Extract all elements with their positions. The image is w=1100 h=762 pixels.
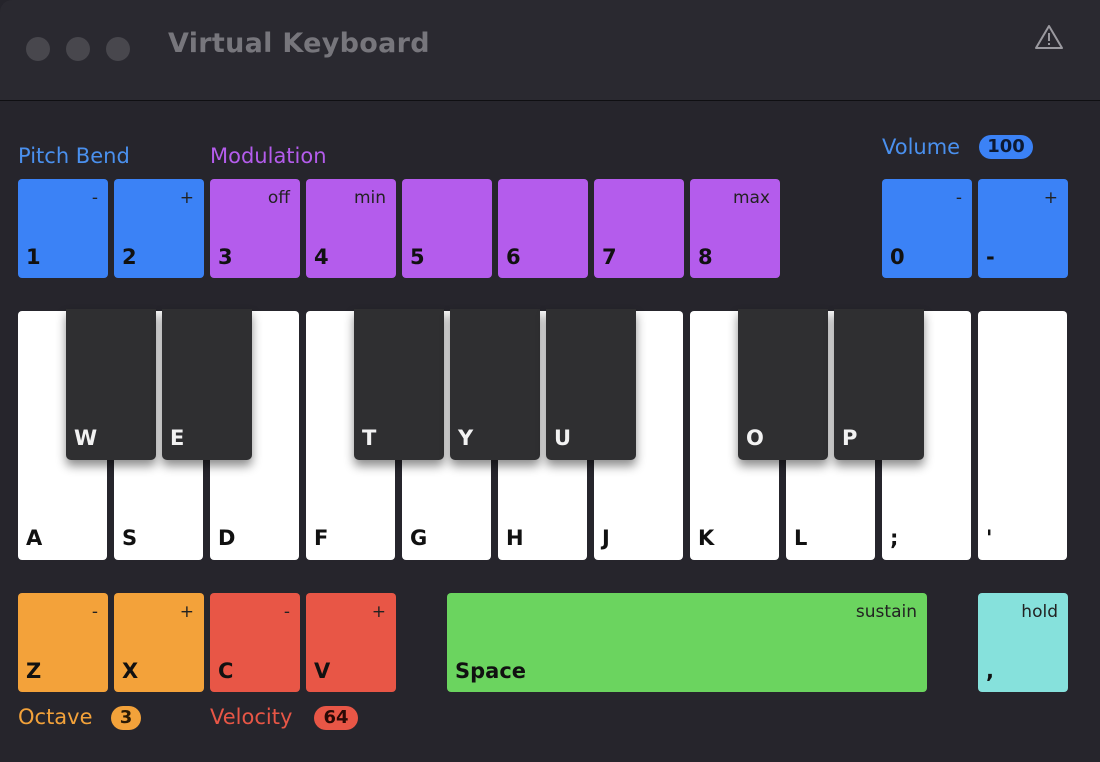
key-label: C: [218, 659, 234, 683]
modulation-key-7[interactable]: 7: [594, 179, 684, 278]
key-label: 1: [26, 245, 41, 269]
key-label: H: [506, 526, 524, 550]
key-label: G: [410, 526, 428, 550]
key-hint: -: [955, 188, 962, 208]
volume-badge: 100: [979, 135, 1033, 159]
minimize-window-button[interactable]: [66, 37, 90, 61]
octave-label: Octave: [18, 705, 93, 729]
key-label: 7: [602, 245, 617, 269]
key-label: P: [842, 426, 858, 450]
pitch-bend-up-key[interactable]: + 2: [114, 179, 204, 278]
piano-black-key-t[interactable]: T: [354, 309, 444, 460]
app-window: Virtual Keyboard Pitch Bend Modulation V…: [0, 0, 1100, 762]
key-label: Space: [455, 659, 527, 683]
key-label: J: [602, 526, 610, 550]
piano-black-key-o[interactable]: O: [738, 309, 828, 460]
piano-black-key-e[interactable]: E: [162, 309, 252, 460]
key-hint: +: [371, 602, 386, 622]
key-hint: -: [283, 602, 290, 622]
key-hint: min: [353, 188, 386, 208]
key-label: 4: [314, 245, 329, 269]
key-label: T: [362, 426, 377, 450]
octave-up-key[interactable]: + X: [114, 593, 204, 692]
piano-black-key-w[interactable]: W: [66, 309, 156, 460]
key-label: 0: [890, 245, 905, 269]
key-label: -: [986, 245, 995, 269]
key-label: ': [986, 526, 993, 550]
key-label: ,: [986, 659, 994, 683]
key-label: ;: [890, 526, 899, 550]
key-hint: max: [732, 188, 770, 208]
key-label: V: [314, 659, 331, 683]
octave-badge: 3: [111, 706, 141, 730]
key-label: W: [74, 426, 98, 450]
octave-down-key[interactable]: - Z: [18, 593, 108, 692]
pitch-bend-label: Pitch Bend: [18, 144, 130, 168]
zoom-window-button[interactable]: [106, 37, 130, 61]
key-label: S: [122, 526, 138, 550]
velocity-up-key[interactable]: + V: [306, 593, 396, 692]
pitch-bend-down-key[interactable]: - 1: [18, 179, 108, 278]
modulation-max-key[interactable]: max 8: [690, 179, 780, 278]
key-label: A: [26, 526, 43, 550]
key-hint: -: [91, 602, 98, 622]
key-hint: hold: [1021, 602, 1058, 622]
key-label: F: [314, 526, 329, 550]
key-hint: +: [179, 188, 194, 208]
modulation-key-5[interactable]: 5: [402, 179, 492, 278]
velocity-label: Velocity: [210, 705, 293, 729]
key-label: O: [746, 426, 764, 450]
key-label: 3: [218, 245, 233, 269]
close-window-button[interactable]: [26, 37, 50, 61]
modulation-key-6[interactable]: 6: [498, 179, 588, 278]
key-label: X: [122, 659, 139, 683]
volume-up-key[interactable]: + -: [978, 179, 1068, 278]
key-label: E: [170, 426, 185, 450]
piano-black-key-u[interactable]: U: [546, 309, 636, 460]
window-title: Virtual Keyboard: [168, 28, 430, 59]
key-label: 8: [698, 245, 713, 269]
key-label: 2: [122, 245, 137, 269]
velocity-down-key[interactable]: - C: [210, 593, 300, 692]
title-bar: Virtual Keyboard: [0, 0, 1100, 101]
key-label: U: [554, 426, 572, 450]
key-hint: sustain: [855, 602, 917, 622]
key-hint: +: [179, 602, 194, 622]
key-hint: -: [91, 188, 98, 208]
key-hint: off: [267, 188, 290, 208]
warning-triangle-icon[interactable]: [1034, 24, 1064, 50]
key-label: Z: [26, 659, 42, 683]
modulation-label: Modulation: [210, 144, 327, 168]
volume-label: Volume: [882, 135, 961, 159]
sustain-space-key[interactable]: sustain Space: [447, 593, 927, 692]
modulation-min-key[interactable]: min 4: [306, 179, 396, 278]
key-label: Y: [458, 426, 474, 450]
key-label: K: [698, 526, 715, 550]
key-hint: +: [1043, 188, 1058, 208]
modulation-off-key[interactable]: off 3: [210, 179, 300, 278]
key-label: L: [794, 526, 808, 550]
piano-black-key-p[interactable]: P: [834, 309, 924, 460]
volume-down-key[interactable]: - 0: [882, 179, 972, 278]
piano-white-key-quote[interactable]: ': [978, 311, 1067, 560]
key-label: D: [218, 526, 236, 550]
key-label: 6: [506, 245, 521, 269]
velocity-badge: 64: [314, 706, 358, 730]
hold-key[interactable]: hold ,: [978, 593, 1068, 692]
key-label: 5: [410, 245, 425, 269]
piano-black-key-y[interactable]: Y: [450, 309, 540, 460]
